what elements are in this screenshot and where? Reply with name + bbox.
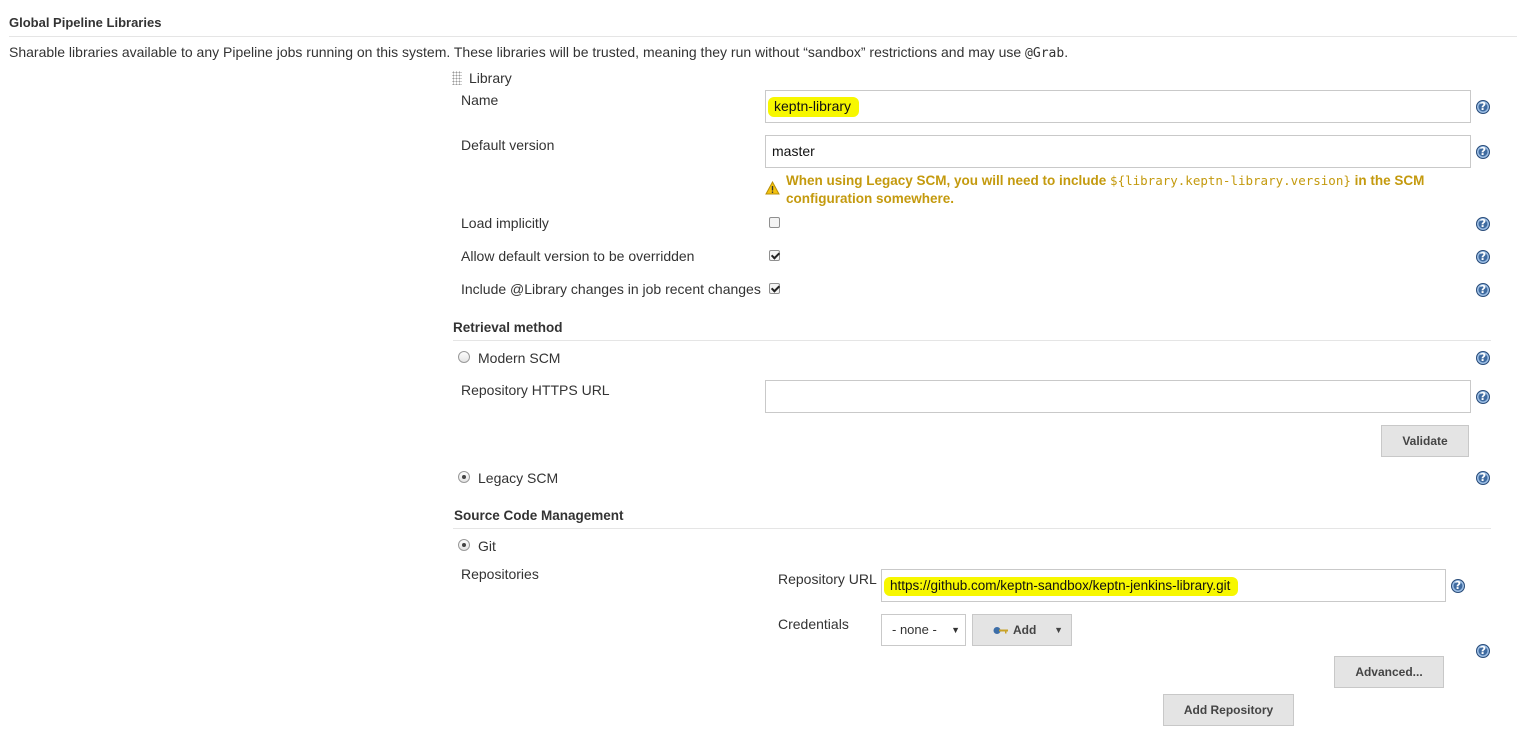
- default-version-label: Default version: [461, 137, 555, 153]
- section-description: Sharable libraries available to any Pipe…: [9, 44, 1068, 61]
- credentials-select[interactable]: - none - ▼: [881, 614, 966, 646]
- repository-url-label: Repository URL: [778, 571, 877, 587]
- help-icon[interactable]: ?: [1476, 217, 1490, 231]
- chevron-down-icon: ▼: [951, 625, 960, 635]
- modern-scm-label: Modern SCM: [478, 350, 561, 366]
- legacy-scm-warning: When using Legacy SCM, you will need to …: [786, 172, 1424, 208]
- credentials-selected-value: - none -: [892, 622, 937, 637]
- drag-handle-icon[interactable]: [452, 71, 462, 85]
- retrieval-method-title: Retrieval method: [453, 320, 563, 335]
- chevron-down-icon[interactable]: ▼: [1054, 615, 1063, 645]
- name-label: Name: [461, 92, 499, 108]
- add-credentials-label: Add: [1013, 623, 1037, 637]
- help-icon[interactable]: ?: [1476, 250, 1490, 264]
- help-icon[interactable]: ?: [1476, 644, 1490, 658]
- legacy-scm-label: Legacy SCM: [478, 470, 559, 486]
- include-changes-checkbox[interactable]: [769, 283, 780, 294]
- library-header: Library: [469, 70, 512, 86]
- advanced-button[interactable]: Advanced...: [1334, 656, 1444, 688]
- key-icon: [993, 627, 1008, 634]
- help-icon[interactable]: ?: [1476, 471, 1490, 485]
- help-icon[interactable]: ?: [1476, 283, 1490, 297]
- warning-code: ${library.keptn-library.version}: [1110, 173, 1351, 188]
- add-credentials-button[interactable]: Add ▼: [972, 614, 1072, 646]
- warning-text: When using Legacy SCM, you will need to …: [786, 173, 1111, 188]
- git-label: Git: [478, 538, 496, 554]
- default-version-input[interactable]: master: [765, 135, 1471, 168]
- section-title: Global Pipeline Libraries: [9, 15, 162, 30]
- repository-url-value: https://github.com/keptn-sandbox/keptn-j…: [884, 577, 1239, 596]
- description-code: @Grab: [1025, 46, 1065, 61]
- include-changes-label: Include @Library changes in job recent c…: [461, 281, 761, 297]
- modern-scm-radio[interactable]: [458, 351, 470, 363]
- legacy-scm-radio[interactable]: [458, 471, 470, 483]
- help-icon[interactable]: ?: [1476, 351, 1490, 365]
- help-icon[interactable]: ?: [1451, 579, 1465, 593]
- allow-override-checkbox[interactable]: [769, 250, 780, 261]
- validate-button[interactable]: Validate: [1381, 425, 1469, 457]
- warning-text-end: in the SCM: [1350, 173, 1425, 188]
- warning-icon: [765, 181, 780, 195]
- repository-url-input[interactable]: https://github.com/keptn-sandbox/keptn-j…: [881, 569, 1446, 602]
- name-value: keptn-library: [768, 97, 860, 117]
- warning-text-line2: configuration somewhere.: [786, 191, 955, 206]
- repo-https-url-label: Repository HTTPS URL: [461, 382, 610, 398]
- allow-override-label: Allow default version to be overridden: [461, 248, 695, 264]
- description-text: Sharable libraries available to any Pipe…: [9, 44, 1026, 60]
- description-suffix: .: [1064, 44, 1069, 60]
- repositories-label: Repositories: [461, 566, 539, 582]
- load-implicitly-label: Load implicitly: [461, 215, 549, 231]
- retrieval-divider: [453, 340, 1491, 341]
- help-icon[interactable]: ?: [1476, 390, 1490, 404]
- scm-divider: [453, 528, 1491, 529]
- credentials-label: Credentials: [778, 616, 849, 632]
- repo-https-url-input[interactable]: [765, 380, 1471, 413]
- help-icon[interactable]: ?: [1476, 100, 1490, 114]
- git-radio[interactable]: [458, 539, 470, 551]
- load-implicitly-checkbox[interactable]: [769, 217, 780, 228]
- scm-title: Source Code Management: [454, 508, 624, 523]
- name-input[interactable]: keptn-library: [765, 90, 1471, 123]
- help-icon[interactable]: ?: [1476, 145, 1490, 159]
- section-divider: [9, 36, 1517, 37]
- add-repository-button[interactable]: Add Repository: [1163, 694, 1294, 726]
